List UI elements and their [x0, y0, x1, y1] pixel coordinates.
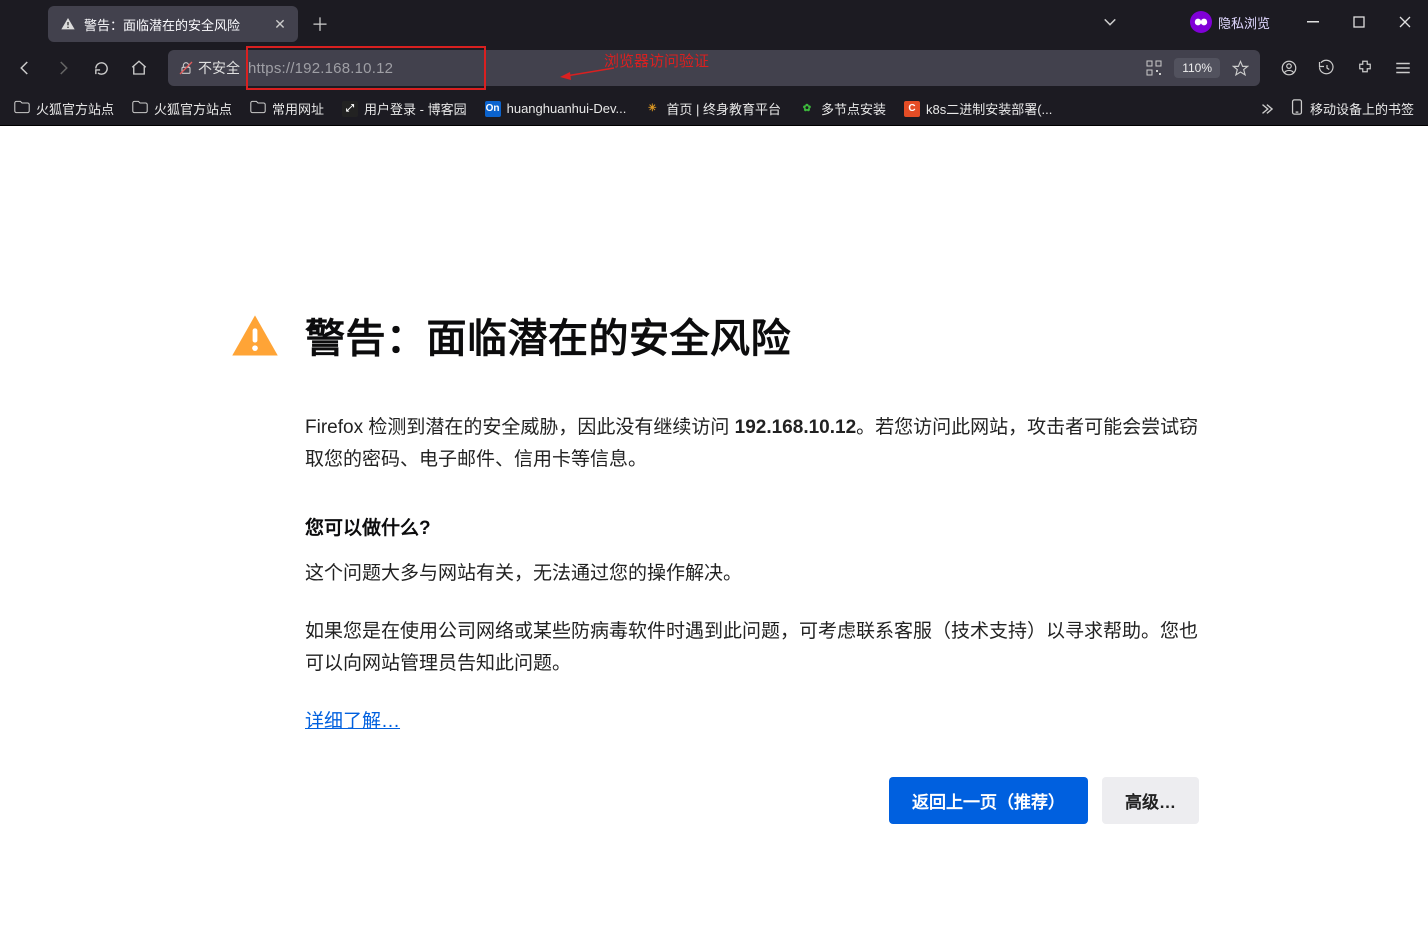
- toolbar: 不安全 https://192.168.10.12 110%: [0, 44, 1428, 92]
- lock-warning-icon: [178, 60, 194, 76]
- bookmarks-bar: 火狐官方站点 火狐官方站点 常用网址 ⤢ 用户登录 - 博客园 On huanghuanhu…: [0, 92, 1428, 126]
- bookmark-item[interactable]: ⤢ 用户登录 - 博客园: [334, 95, 475, 122]
- history-button[interactable]: [1310, 51, 1344, 85]
- bookmark-mobile[interactable]: 移动设备上的书签: [1282, 95, 1422, 122]
- warning-paragraph-3: 如果您是在使用公司网络或某些防病毒软件时遇到此问题，可考虑联系客服（技术支持）以…: [305, 616, 1199, 681]
- back-button[interactable]: [8, 51, 42, 85]
- bookmark-label: k8s二进制安装部署(...: [926, 99, 1052, 118]
- hostname-strong: 192.168.10.12: [735, 417, 857, 438]
- security-indicator[interactable]: 不安全: [178, 58, 240, 78]
- bookmark-label: 常用网址: [272, 99, 324, 118]
- window-controls: 隐私浏览: [1090, 0, 1428, 44]
- tab-strip: 警告：面临潜在的安全风险 ✕ ＋ 隐私浏览: [0, 0, 1428, 44]
- favicon: ⤢: [342, 101, 358, 117]
- warning-paragraph-1: Firefox 检测到潜在的安全威胁，因此没有继续访问 192.168.10.1…: [305, 412, 1199, 477]
- tablist-dropdown-button[interactable]: [1090, 4, 1130, 40]
- forward-button[interactable]: [46, 51, 80, 85]
- warning-triangle-icon: [229, 310, 281, 362]
- advanced-button[interactable]: 高级…: [1102, 777, 1199, 824]
- account-button[interactable]: [1272, 51, 1306, 85]
- bookmark-label: 用户登录 - 博客园: [364, 99, 467, 118]
- new-tab-button[interactable]: ＋: [304, 8, 336, 40]
- tab-title: 警告：面临潜在的安全风险: [84, 15, 240, 34]
- learn-more-link[interactable]: 详细了解…: [305, 711, 400, 732]
- warning-icon: [60, 16, 76, 32]
- browser-chrome: 警告：面临潜在的安全风险 ✕ ＋ 隐私浏览: [0, 0, 1428, 126]
- reload-button[interactable]: [84, 51, 118, 85]
- insecure-label: 不安全: [198, 58, 240, 78]
- mobile-icon: [1290, 99, 1304, 118]
- tab-active[interactable]: 警告：面临潜在的安全风险 ✕: [48, 6, 298, 42]
- page-content: 警告：面临潜在的安全风险 Firefox 检测到潜在的安全威胁，因此没有继续访问…: [0, 126, 1428, 949]
- bookmark-label: 多节点安装: [821, 99, 886, 118]
- go-back-button[interactable]: 返回上一页（推荐）: [889, 777, 1088, 824]
- warning-paragraph-2: 这个问题大多与网站有关，无法通过您的操作解决。: [305, 558, 1199, 590]
- urlbar-right: 110%: [1140, 54, 1254, 82]
- folder-icon: [14, 100, 30, 117]
- window-close-button[interactable]: [1382, 5, 1428, 39]
- bookmark-item[interactable]: 常用网址: [242, 95, 332, 122]
- bookmark-label: 火狐官方站点: [36, 99, 114, 118]
- bookmark-item[interactable]: 火狐官方站点: [124, 95, 240, 122]
- bookmark-item[interactable]: ✳ 首页 | 终身教育平台: [636, 95, 789, 122]
- zoom-level[interactable]: 110%: [1174, 58, 1220, 78]
- page-heading: 警告：面临潜在的安全风险: [305, 306, 791, 364]
- url-text: https://192.168.10.12: [248, 60, 1132, 77]
- tab-close-button[interactable]: ✕: [270, 14, 290, 34]
- bookmark-star-icon[interactable]: [1226, 54, 1254, 82]
- bookmark-item[interactable]: 火狐官方站点: [6, 95, 122, 122]
- home-button[interactable]: [122, 51, 156, 85]
- bookmarks-overflow-button[interactable]: [1252, 95, 1280, 123]
- window-maximize-button[interactable]: [1336, 5, 1382, 39]
- extensions-button[interactable]: [1348, 51, 1382, 85]
- folder-icon: [250, 100, 266, 117]
- bookmark-label: 移动设备上的书签: [1310, 99, 1414, 118]
- bookmark-label: 首页 | 终身教育平台: [666, 99, 781, 118]
- bookmark-item[interactable]: On huanghuanhui-Dev...: [477, 97, 635, 121]
- favicon: On: [485, 101, 501, 117]
- favicon: C: [904, 101, 920, 117]
- bookmark-item[interactable]: ✿ 多节点安装: [791, 95, 894, 122]
- favicon: ✳: [644, 101, 660, 117]
- bookmark-label: huanghuanhui-Dev...: [507, 101, 627, 116]
- button-row: 返回上一页（推荐） 高级…: [305, 777, 1199, 824]
- private-browsing-badge: 隐私浏览: [1190, 11, 1270, 33]
- app-menu-button[interactable]: [1386, 51, 1420, 85]
- favicon: ✿: [799, 101, 815, 117]
- private-label: 隐私浏览: [1218, 13, 1270, 32]
- bookmark-item[interactable]: Ck8s二进制安装部署(...: [896, 95, 1060, 122]
- url-bar[interactable]: 不安全 https://192.168.10.12 110%: [168, 50, 1260, 86]
- window-minimize-button[interactable]: [1290, 5, 1336, 39]
- bookmark-label: 火狐官方站点: [154, 99, 232, 118]
- sub-heading: 您可以做什么?: [305, 513, 1199, 540]
- mask-icon: [1190, 11, 1212, 33]
- folder-icon: [132, 100, 148, 117]
- qr-icon[interactable]: [1140, 54, 1168, 82]
